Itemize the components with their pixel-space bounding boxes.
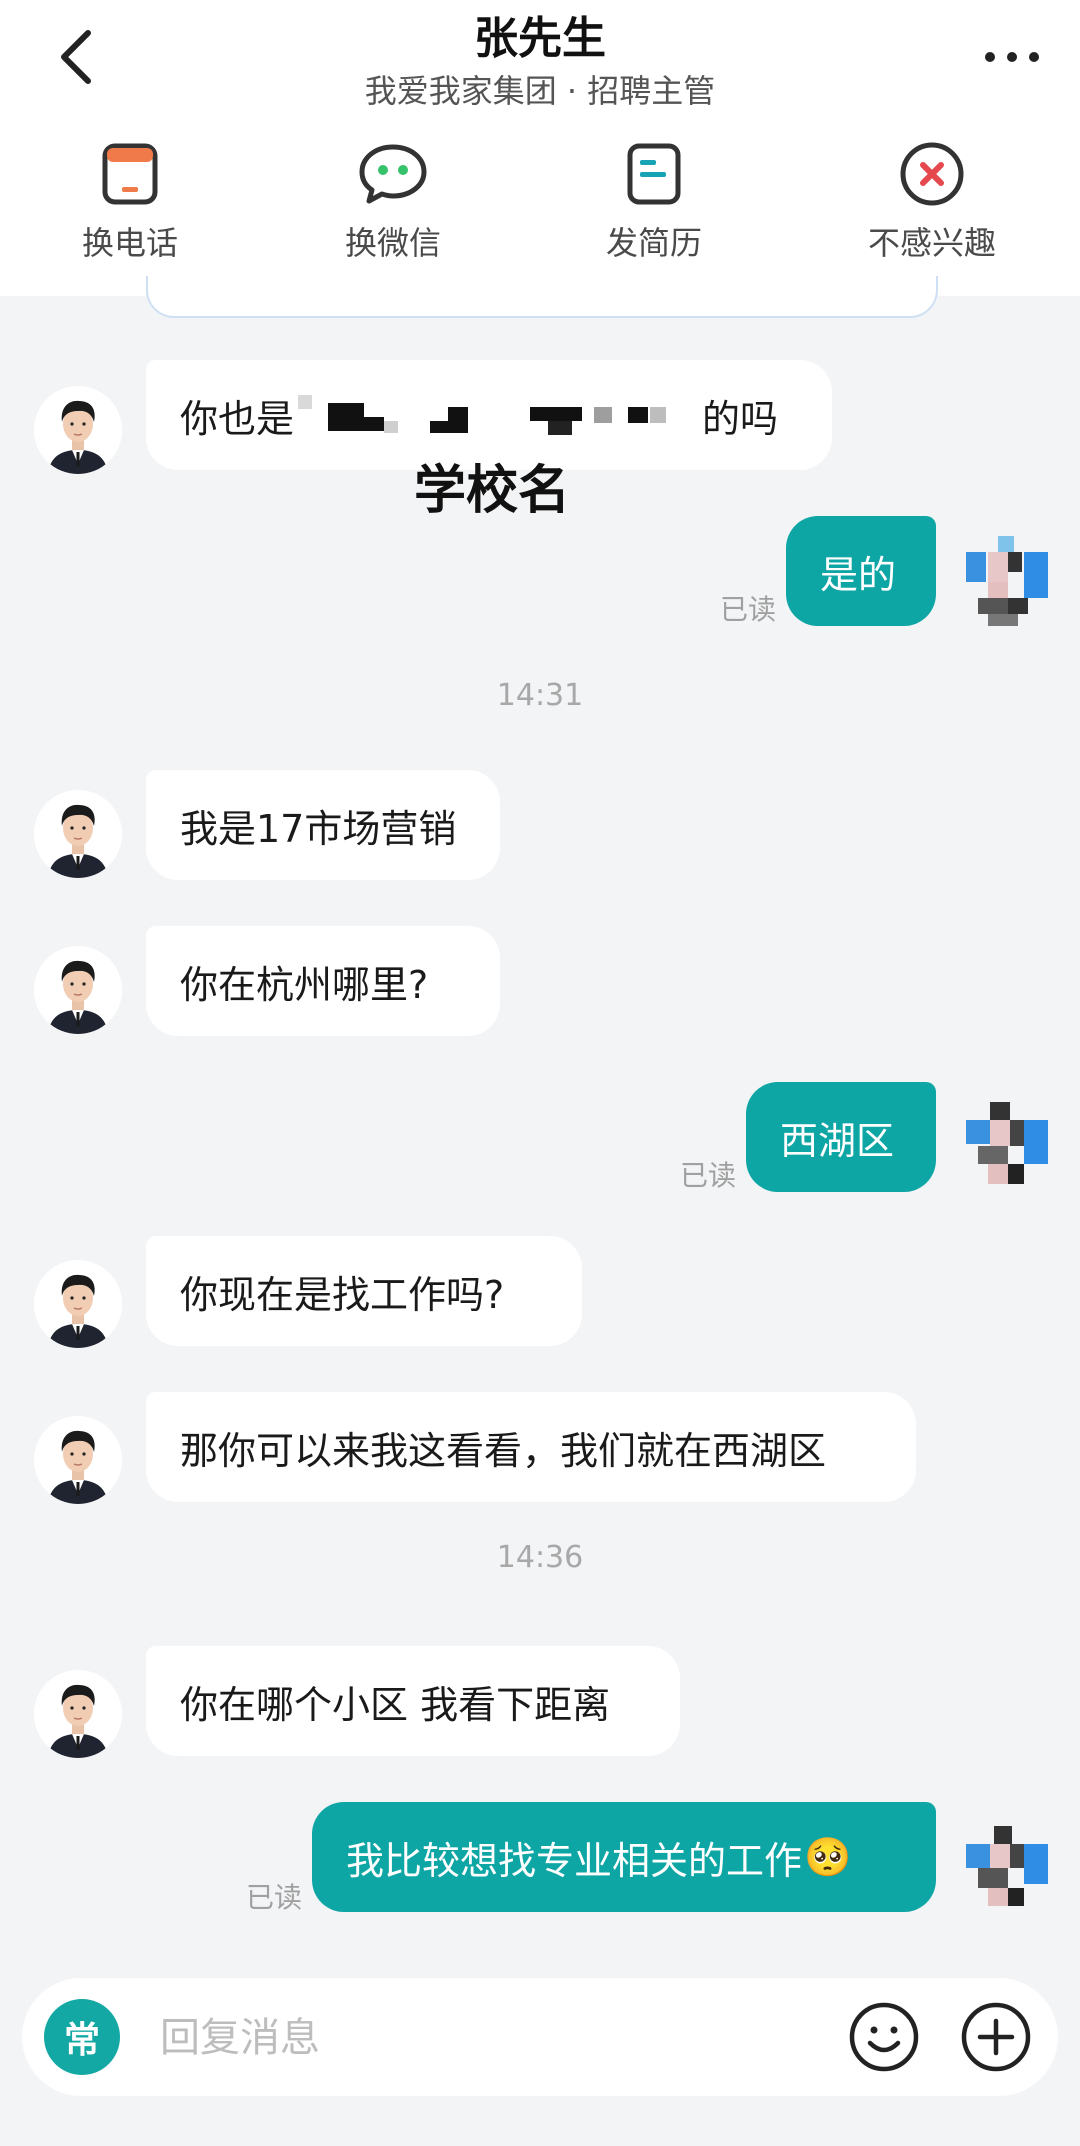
user-avatar[interactable] bbox=[958, 1102, 1048, 1192]
message-bubble-received[interactable]: 你现在是找工作吗? bbox=[146, 1236, 582, 1346]
timestamp: 14:36 bbox=[496, 1540, 584, 1575]
emoji-button[interactable] bbox=[846, 1999, 922, 2075]
message-bubble-sent[interactable]: 是的 bbox=[786, 516, 936, 626]
message-text: 那你可以来我这看看，我们就在西湖区 bbox=[180, 1428, 827, 1473]
message-text: 你在杭州哪里? bbox=[180, 962, 429, 1007]
message-text-tail: 的吗 bbox=[702, 396, 779, 441]
contact-company-position: 我爱我家集团 · 招聘主管 bbox=[364, 72, 716, 110]
message-text: 是的 bbox=[820, 552, 897, 597]
quick-phrases-button[interactable]: 常 bbox=[44, 1999, 120, 2075]
exchange-phone-label: 换电话 bbox=[81, 224, 178, 262]
not-interested-button[interactable]: 不感兴趣 bbox=[842, 138, 1022, 268]
annotation-label: 学校名 bbox=[414, 461, 571, 521]
more-button[interactable] bbox=[972, 22, 1052, 92]
recruiter-avatar[interactable] bbox=[34, 946, 122, 1034]
message-text: 西湖区 bbox=[780, 1118, 895, 1163]
message-bubble-received[interactable]: 你在杭州哪里? bbox=[146, 926, 500, 1036]
more-dots-icon bbox=[985, 52, 1039, 62]
message-bubble-received[interactable]: 我是17市场营销 bbox=[146, 770, 500, 880]
recruiter-avatar[interactable] bbox=[34, 386, 122, 474]
exchange-wechat-button[interactable]: 换微信 bbox=[303, 138, 483, 268]
recruiter-avatar[interactable] bbox=[34, 1670, 122, 1758]
quick-actions-bar: 换电话 换微信 发简历 不感兴趣 bbox=[0, 138, 1080, 268]
pleading-face-emoji: 🥺 bbox=[804, 1834, 852, 1879]
phone-card-icon bbox=[94, 138, 166, 210]
wechat-bubble-icon bbox=[357, 138, 429, 210]
message-bubble-sent[interactable]: 西湖区 bbox=[746, 1082, 936, 1192]
reply-input[interactable] bbox=[158, 1999, 802, 2077]
composer-bar: 常 bbox=[22, 1978, 1058, 2096]
contact-name: 张先生 bbox=[474, 13, 606, 64]
resume-doc-icon bbox=[618, 138, 690, 210]
chat-header: 张先生 我爱我家集团 · 招聘主管 换电话 换微信 发简历 不感兴趣 bbox=[0, 0, 1080, 296]
message-text: 你也是 bbox=[180, 396, 295, 441]
recruiter-avatar[interactable] bbox=[34, 1416, 122, 1504]
message-bubble-received[interactable]: 那你可以来我这看看，我们就在西湖区 bbox=[146, 1392, 916, 1502]
message-text: 你现在是找工作吗? bbox=[180, 1272, 505, 1317]
read-status: 已读 bbox=[246, 1881, 303, 1914]
user-avatar[interactable] bbox=[958, 536, 1048, 626]
recruiter-avatar[interactable] bbox=[34, 1260, 122, 1348]
chat-message-list[interactable]: 你也是 的吗 学校名 是的 已读 14:31 我是17市场营销 你在杭州哪里? … bbox=[0, 296, 1080, 1956]
message-bubble-received[interactable]: 你在哪个小区 我看下距离 bbox=[146, 1646, 680, 1756]
read-status: 已读 bbox=[680, 1159, 737, 1192]
message-bubble-sent[interactable]: 我比较想找专业相关的工作 🥺 bbox=[312, 1802, 936, 1912]
redacted-school-name bbox=[298, 385, 698, 445]
send-resume-button[interactable]: 发简历 bbox=[564, 138, 744, 268]
message-text: 我比较想找专业相关的工作 bbox=[346, 1838, 803, 1883]
not-interested-label: 不感兴趣 bbox=[867, 224, 996, 262]
timestamp: 14:31 bbox=[496, 678, 584, 713]
user-avatar[interactable] bbox=[958, 1826, 1048, 1916]
recruiter-avatar[interactable] bbox=[34, 790, 122, 878]
exchange-wechat-label: 换微信 bbox=[344, 224, 441, 262]
send-resume-label: 发简历 bbox=[605, 224, 702, 262]
message-text: 我是17市场营销 bbox=[180, 806, 457, 851]
plus-circle-icon bbox=[961, 2002, 1031, 2072]
read-status: 已读 bbox=[720, 593, 777, 626]
exchange-phone-button[interactable]: 换电话 bbox=[40, 138, 220, 268]
not-interested-icon bbox=[896, 138, 968, 210]
composer-area: 常 bbox=[0, 1956, 1080, 2146]
more-options-button[interactable] bbox=[958, 1999, 1034, 2075]
smiley-icon bbox=[849, 2002, 919, 2072]
message-text: 你在哪个小区 我看下距离 bbox=[180, 1682, 611, 1727]
